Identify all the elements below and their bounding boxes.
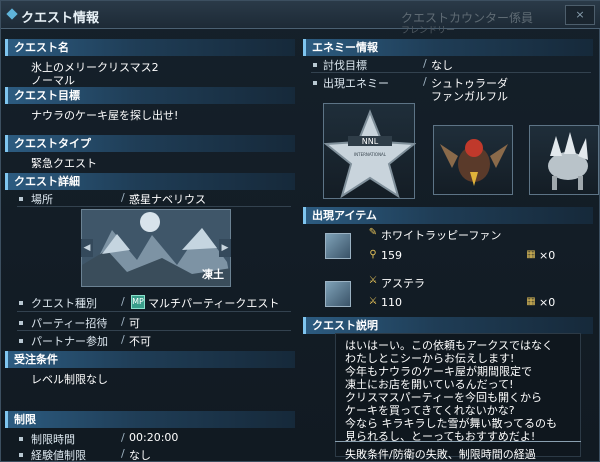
location-map-preview: 凍土 [81, 209, 231, 287]
bullet-icon [19, 301, 23, 305]
multi-party-icon: MP [131, 295, 145, 309]
target-value: なし [431, 59, 453, 72]
time-limit-label: 制限時間 [31, 433, 75, 446]
quest-goal-header: クエスト目標 [5, 87, 295, 104]
order-conditions-header: 受注条件 [5, 351, 295, 368]
separator-slash: / [121, 431, 125, 444]
item-qty: ×0 [539, 296, 556, 309]
quest-name-header: クエスト名 [5, 39, 295, 56]
magnifier-icon: ⚲ [369, 249, 377, 260]
bullet-icon [19, 321, 23, 325]
appear-enemy-line2: ファンガルフル [431, 90, 508, 103]
description-separator [335, 441, 581, 442]
row-divider [17, 206, 291, 207]
row-divider [17, 330, 291, 331]
row-divider [311, 72, 591, 73]
exp-limit-label: 経験値制限 [31, 449, 86, 462]
bullet-icon [19, 197, 23, 201]
item-icon-white-rappy-fan[interactable] [325, 233, 351, 259]
location-label: 場所 [31, 193, 53, 206]
bullet-icon [19, 453, 23, 457]
item-name: ホワイトラッピーファン [381, 229, 502, 242]
partner-label: パートナー参加 [31, 335, 108, 348]
quest-type-header: クエストタイプ [5, 135, 295, 152]
separator-slash: / [121, 295, 125, 308]
star-emblem-icon: NNL INTERNATIONAL [323, 109, 417, 199]
bullet-icon [313, 81, 317, 85]
bullet-icon [19, 437, 23, 441]
separator-slash: / [121, 191, 125, 204]
party-invite-value: 可 [129, 317, 140, 330]
map-prev-arrow-icon[interactable]: ◀ [81, 239, 93, 257]
title-bar: クエスト情報 クエストカウンター係員 フレンドリー × [1, 1, 600, 36]
quest-info-window: クエスト情報 クエストカウンター係員 フレンドリー × クエスト名 氷上のメリー… [0, 0, 600, 462]
quest-goal-text: ナウラのケーキ屋を探し出せ! [31, 109, 179, 122]
emblem-badge-text: NNL [362, 137, 379, 146]
weapon-type-icon: ✎ [368, 227, 378, 238]
items-header: 出現アイテム [303, 207, 593, 224]
target-label: 討伐目標 [323, 59, 367, 72]
spiked-beast-icon [548, 132, 588, 190]
item-name: アステラ [381, 277, 425, 290]
exp-limit-value: なし [129, 449, 151, 462]
time-limit-value: 00:20:00 [129, 431, 179, 444]
enemy-info-header: エネミー情報 [303, 39, 593, 56]
enemy-card-1[interactable]: NNL INTERNATIONAL [323, 103, 417, 199]
bullet-icon [313, 63, 317, 67]
window-title: クエスト情報 [21, 11, 100, 26]
appear-enemy-label: 出現エネミー [323, 77, 389, 90]
sword-type-icon: ⚔ [368, 275, 378, 286]
order-conditions-value: レベル制限なし [31, 373, 108, 386]
quest-kind-label: クエスト種別 [31, 297, 97, 310]
quest-detail-header: クエスト詳細 [5, 173, 295, 190]
bullet-icon [19, 339, 23, 343]
bird-creature-icon [440, 139, 508, 186]
location-value: 惑星ナベリウス [129, 193, 206, 206]
background-npc-subtitle: フレンドリー [401, 26, 456, 36]
close-button[interactable]: × [565, 5, 595, 25]
item-icon-astera[interactable] [325, 281, 351, 307]
fail-conditions-text: 失敗条件/防衛の失敗、制限時間の経過 [345, 448, 536, 461]
map-caption: 凍土 [202, 268, 224, 281]
separator-slash: / [121, 315, 125, 328]
emblem-sub-text: INTERNATIONAL [354, 152, 387, 157]
quest-type-value: 緊急クエスト [31, 157, 97, 170]
partner-value: 不可 [129, 335, 151, 348]
sword-type-icon: ⚔ [368, 296, 378, 307]
limits-header: 制限 [5, 411, 295, 428]
quest-description-header: クエスト説明 [303, 317, 593, 334]
item-qty: ×0 [539, 249, 556, 262]
map-next-arrow-icon[interactable]: ▶ [219, 239, 231, 257]
grid-box-icon: ▦ [526, 296, 536, 307]
quest-kind-value: マルチパーティークエスト [148, 297, 280, 310]
quest-name-line2: ノーマル [31, 74, 75, 87]
separator-slash: / [423, 57, 427, 70]
separator-slash: / [423, 75, 427, 88]
row-divider [17, 311, 291, 312]
separator-slash: / [121, 333, 125, 346]
enemy-card-3[interactable] [529, 125, 599, 195]
item-count: 110 [381, 296, 402, 309]
separator-slash: / [121, 447, 125, 460]
enemy-card-2[interactable] [433, 125, 513, 195]
title-bullet-icon [6, 8, 18, 20]
grid-box-icon: ▦ [526, 249, 536, 260]
party-invite-label: パーティー招待 [31, 317, 108, 330]
item-count: 159 [381, 249, 402, 262]
